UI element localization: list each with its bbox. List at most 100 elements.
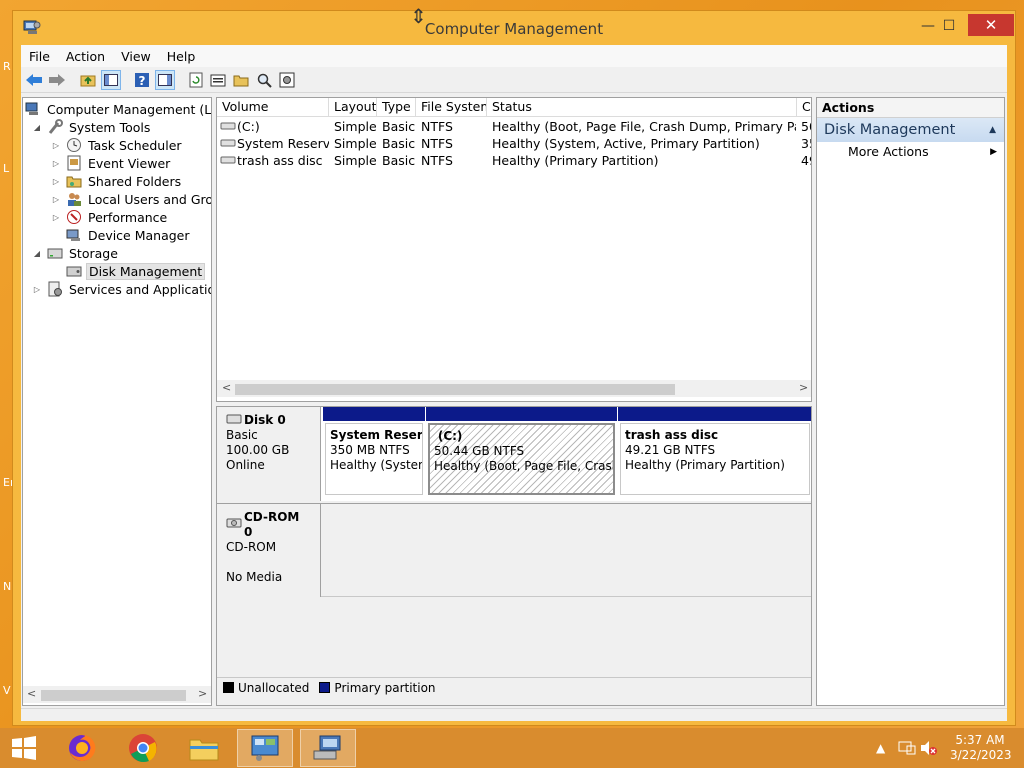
show-tree-icon[interactable]	[101, 70, 121, 90]
actions-section-disk-management[interactable]: Disk Management ▲	[817, 118, 1004, 142]
list-horizontal-scrollbar[interactable]: < >	[217, 380, 811, 397]
back-icon[interactable]	[24, 70, 44, 90]
volume-muted-icon[interactable]	[920, 740, 938, 768]
volume-type: Basic	[382, 119, 416, 134]
forward-icon[interactable]	[47, 70, 67, 90]
volume-layout: Simple	[334, 136, 376, 151]
tree-item-task-scheduler[interactable]: ▷ Task Scheduler	[50, 136, 184, 154]
tree-item-device-manager[interactable]: Device Manager	[50, 226, 192, 244]
maximize-button[interactable]: ☐	[934, 15, 964, 37]
scrollbar-thumb[interactable]	[235, 384, 675, 395]
tree-item-local-users[interactable]: ▷ Local Users and Groups	[50, 190, 211, 208]
desktop-icon-label: V	[3, 684, 11, 697]
expand-icon[interactable]: ▷	[31, 285, 43, 294]
file-explorer-icon[interactable]	[176, 729, 232, 767]
cdrom-0-label[interactable]: CD-ROM 0 CD-ROM No Media	[217, 503, 321, 597]
collapse-icon[interactable]: ◢	[31, 249, 43, 258]
partition-trash-disc[interactable]: trash ass disc 49.21 GB NTFS Healthy (Pr…	[618, 407, 811, 499]
scroll-left-icon[interactable]: <	[27, 687, 36, 700]
tree-item-storage[interactable]: ◢ Storage	[31, 244, 120, 262]
scroll-right-icon[interactable]: >	[799, 381, 808, 394]
tree-item-event-viewer[interactable]: ▷ Event Viewer	[50, 154, 172, 172]
collapse-icon[interactable]: ◢	[31, 123, 43, 132]
legend-label: Primary partition	[334, 680, 436, 695]
computer-management-taskbar-icon[interactable]	[300, 729, 356, 767]
partition-system-reserved[interactable]: System Reserve 350 MB NTFS Healthy (Syst…	[323, 407, 425, 499]
tree-item-label: Task Scheduler	[88, 137, 182, 153]
scroll-left-icon[interactable]: <	[222, 381, 231, 394]
close-button[interactable]: ✕	[968, 14, 1014, 36]
show-action-pane-icon[interactable]	[155, 70, 175, 90]
expand-icon[interactable]: ▷	[50, 177, 62, 186]
search-icon[interactable]	[254, 70, 274, 90]
tree-item-label: Computer Management (Local	[47, 101, 212, 117]
menu-file[interactable]: File	[21, 49, 58, 64]
volume-name: trash ass disc	[237, 153, 323, 168]
computer-management-window: ⇕ Computer Management — ☐ ✕ File Action …	[12, 4, 1016, 726]
up-folder-icon[interactable]	[78, 70, 98, 90]
menu-action[interactable]: Action	[58, 49, 113, 64]
settings-icon[interactable]	[277, 70, 297, 90]
menu-view[interactable]: View	[113, 49, 159, 64]
tree-item-system-tools[interactable]: ◢ System Tools	[31, 118, 152, 136]
window-title: Computer Management	[424, 20, 604, 38]
start-icon[interactable]	[0, 729, 48, 767]
volume-capacity: 35	[801, 136, 811, 151]
column-header-layout[interactable]: Layout	[329, 98, 377, 117]
column-header-capacity[interactable]: C	[797, 98, 811, 117]
open-icon[interactable]	[231, 70, 251, 90]
firefox-icon[interactable]	[54, 729, 110, 767]
more-actions-item[interactable]: More Actions ▶	[817, 142, 1004, 162]
partition-name: System Reserve	[330, 428, 423, 442]
drive-icon	[220, 118, 236, 135]
refresh-icon[interactable]	[186, 70, 206, 90]
toolbar: ?	[21, 67, 1007, 93]
volume-status: Healthy (Boot, Page File, Crash Dump, Pr…	[492, 119, 796, 134]
clock[interactable]: 5:37 AM 3/22/2023	[950, 733, 1012, 768]
column-header-volume[interactable]: Volume	[217, 98, 329, 117]
column-header-file-system[interactable]: File System	[416, 98, 487, 117]
control-panel-icon[interactable]	[237, 729, 293, 767]
scroll-right-icon[interactable]: >	[198, 687, 207, 700]
submenu-arrow-icon: ▶	[990, 147, 997, 157]
show-hidden-icons-icon[interactable]: ▲	[876, 741, 885, 768]
volume-layout: Simple	[334, 153, 376, 168]
tree-item-services-applications[interactable]: ▷ Services and Applications	[31, 280, 211, 298]
network-icon[interactable]	[898, 740, 916, 768]
column-header-status[interactable]: Status	[487, 98, 797, 117]
disk-0-partitions: System Reserve 350 MB NTFS Healthy (Syst…	[321, 407, 811, 501]
clock-icon	[66, 137, 82, 153]
properties-icon[interactable]	[208, 70, 228, 90]
expand-icon[interactable]: ▷	[50, 213, 62, 222]
storage-icon	[47, 245, 63, 261]
volume-fs: NTFS	[421, 119, 453, 134]
legend-swatch-unallocated	[223, 682, 234, 693]
tree-item-disk-management[interactable]: Disk Management	[50, 262, 206, 280]
help-icon[interactable]: ?	[132, 70, 152, 90]
expand-icon[interactable]: ▷	[50, 195, 62, 204]
tools-icon	[47, 119, 63, 135]
volume-status: Healthy (Primary Partition)	[492, 153, 659, 168]
menu-help[interactable]: Help	[159, 49, 204, 64]
scrollbar-thumb[interactable]	[41, 690, 186, 701]
partition-c-drive[interactable]: (C:) 50.44 GB NTFS Healthy (Boot, Page F…	[426, 407, 617, 499]
tree-item-shared-folders[interactable]: ▷ Shared Folders	[50, 172, 183, 190]
clock-date: 3/22/2023	[950, 748, 1012, 762]
volume-fs: NTFS	[421, 153, 453, 168]
tree-item-label: Services and Applications	[69, 281, 211, 297]
tree-item-computer-management[interactable]: Computer Management (Local	[25, 100, 212, 118]
expand-icon[interactable]: ▷	[50, 141, 62, 150]
desktop-icon-label: R	[3, 60, 11, 73]
disk-graphical-view: Disk 0 Basic 100.00 GB Online System Res…	[216, 406, 812, 706]
cdrom-0-area	[321, 503, 811, 597]
shared-folder-icon	[66, 173, 82, 189]
partition-color-bar	[618, 407, 811, 421]
collapse-caret-icon[interactable]: ▲	[989, 118, 996, 142]
column-header-type[interactable]: Type	[377, 98, 416, 117]
expand-icon[interactable]: ▷	[50, 159, 62, 168]
disk-0-label[interactable]: Disk 0 Basic 100.00 GB Online	[217, 407, 321, 501]
chrome-icon[interactable]	[115, 729, 171, 767]
tree-item-performance[interactable]: ▷ Performance	[50, 208, 169, 226]
title-bar[interactable]: ⇕ Computer Management — ☐ ✕	[13, 4, 1015, 45]
tree-horizontal-scrollbar[interactable]: < >	[23, 686, 211, 703]
